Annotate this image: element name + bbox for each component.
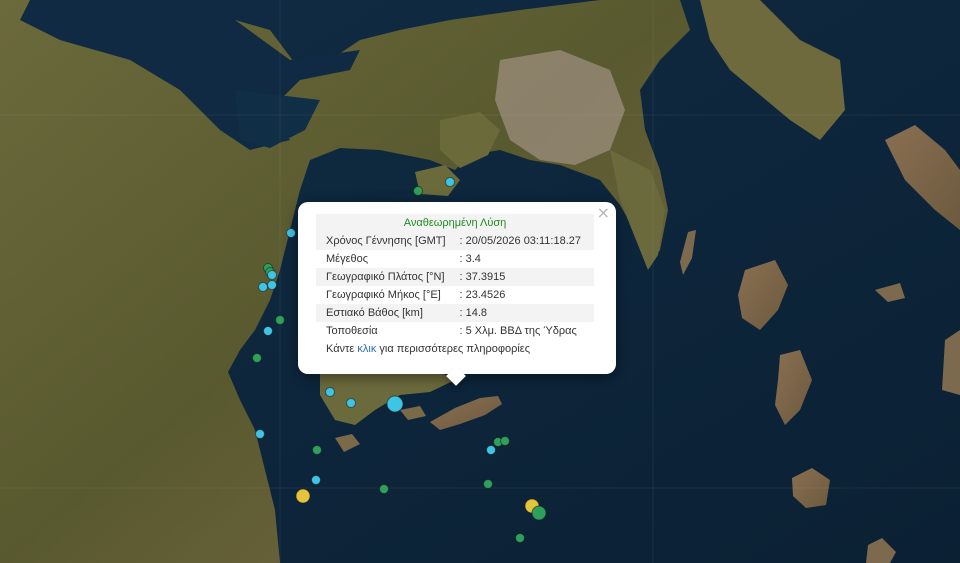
earthquake-marker[interactable] — [258, 282, 268, 292]
earthquake-marker[interactable] — [486, 445, 496, 455]
info-label: Εστιακό Βάθος [km] — [316, 304, 460, 322]
popup-title: Αναθεωρημένη Λύση — [316, 214, 594, 232]
earthquake-marker[interactable] — [295, 488, 311, 504]
earthquake-marker[interactable] — [531, 505, 547, 521]
info-value: : 20/05/2026 03:11:18.27 — [459, 232, 594, 250]
info-row: Τοποθεσία : 5 Χλμ. ΒΒΔ της Ύδρας — [316, 322, 594, 340]
earthquake-marker[interactable] — [311, 475, 321, 485]
earthquake-marker[interactable] — [267, 270, 277, 280]
earthquake-marker[interactable] — [267, 280, 277, 290]
more-prefix: Κάντε — [326, 343, 355, 355]
info-label: Τοποθεσία — [316, 322, 460, 340]
popup-content: Αναθεωρημένη Λύση Χρόνος Γέννησης [GMT] … — [316, 214, 594, 358]
info-label: Μέγεθος — [316, 250, 460, 268]
earthquake-marker[interactable] — [325, 387, 335, 397]
earthquake-marker[interactable] — [346, 398, 356, 408]
earthquake-marker[interactable] — [386, 395, 404, 413]
earthquake-marker[interactable] — [275, 315, 285, 325]
earthquake-marker[interactable] — [413, 186, 423, 196]
info-row: Γεωγραφικό Μήκος [°E] : 23.4526 — [316, 286, 594, 304]
earthquake-marker[interactable] — [445, 177, 455, 187]
info-row: Μέγεθος : 3.4 — [316, 250, 594, 268]
earthquake-popup: × Αναθεωρημένη Λύση Χρόνος Γέννησης [GMT… — [298, 202, 616, 374]
more-suffix: για περισσότερες πληροφορίες — [379, 343, 530, 355]
earthquake-marker[interactable] — [312, 445, 322, 455]
close-icon[interactable]: × — [597, 205, 610, 221]
earthquake-marker[interactable] — [286, 228, 296, 238]
earthquake-marker[interactable] — [263, 326, 273, 336]
earthquake-marker[interactable] — [252, 353, 262, 363]
earthquake-marker[interactable] — [500, 436, 510, 446]
earthquake-marker[interactable] — [515, 533, 525, 543]
info-value: : 14.8 — [459, 304, 594, 322]
info-row: Γεωγραφικό Πλάτος [°N] : 37.3915 — [316, 268, 594, 286]
info-table: Χρόνος Γέννησης [GMT] : 20/05/2026 03:11… — [316, 232, 594, 340]
info-label: Χρόνος Γέννησης [GMT] — [316, 232, 460, 250]
info-label: Γεωγραφικό Μήκος [°E] — [316, 286, 460, 304]
info-value: : 37.3915 — [459, 268, 594, 286]
earthquake-marker[interactable] — [483, 479, 493, 489]
info-value: : 5 Χλμ. ΒΒΔ της Ύδρας — [459, 322, 594, 340]
earthquake-marker[interactable] — [255, 429, 265, 439]
info-row: Χρόνος Γέννησης [GMT] : 20/05/2026 03:11… — [316, 232, 594, 250]
info-value: : 3.4 — [459, 250, 594, 268]
more-info-line: Κάντε κλικ για περισσότερες πληροφορίες — [316, 340, 594, 358]
earthquake-marker[interactable] — [379, 484, 389, 494]
info-label: Γεωγραφικό Πλάτος [°N] — [316, 268, 460, 286]
info-value: : 23.4526 — [459, 286, 594, 304]
info-row: Εστιακό Βάθος [km] : 14.8 — [316, 304, 594, 322]
more-info-link[interactable]: κλικ — [357, 343, 376, 355]
